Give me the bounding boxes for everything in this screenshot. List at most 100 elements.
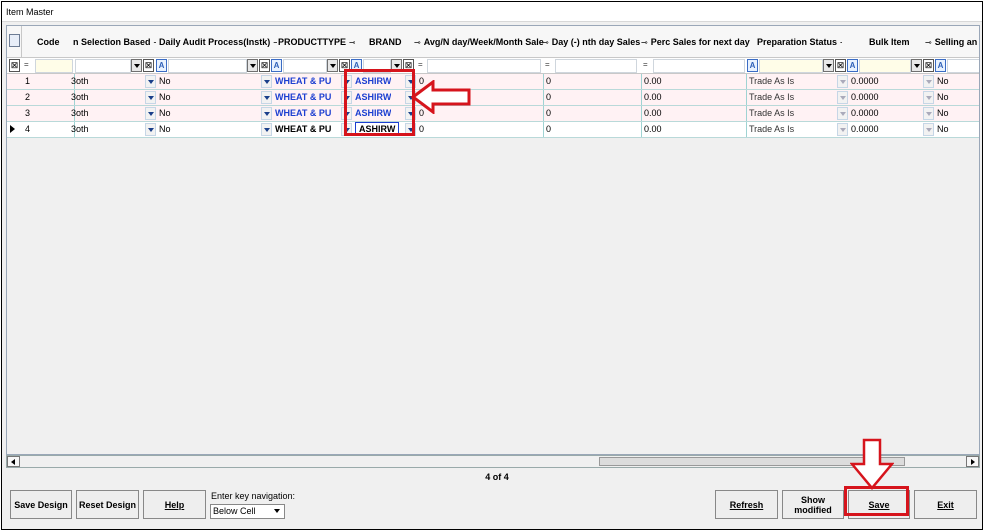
text-filter-icon[interactable]: A: [935, 59, 946, 72]
cell-producttype[interactable]: WHEAT & PU: [275, 90, 331, 105]
clear-filter-icon[interactable]: ⊠: [923, 59, 934, 72]
dropdown-arrow-icon[interactable]: [261, 91, 272, 104]
dropdown-arrow-icon[interactable]: [837, 91, 848, 104]
dropdown-arrow-icon[interactable]: [837, 123, 848, 136]
clear-filter-icon[interactable]: ⊠: [143, 59, 154, 72]
col-producttype[interactable]: PRODUCTTYPE⊸: [278, 26, 355, 58]
horizontal-scrollbar[interactable]: [6, 455, 980, 468]
column-chooser-corner[interactable]: [7, 26, 22, 58]
col-selection-based[interactable]: n Selection Based⊸: [73, 26, 156, 58]
dropdown-arrow-icon[interactable]: [923, 123, 934, 136]
filter-audit[interactable]: [168, 59, 247, 73]
cell-code[interactable]: 4: [25, 122, 30, 137]
filter-avg[interactable]: [427, 59, 541, 73]
filter-day[interactable]: [555, 59, 637, 73]
filter-bulk[interactable]: [859, 59, 911, 73]
cell-perc[interactable]: 0.00: [644, 106, 662, 121]
dropdown-arrow-icon[interactable]: [837, 107, 848, 120]
cell-audit[interactable]: No: [159, 106, 171, 121]
dropdown-arrow-icon[interactable]: [823, 59, 834, 72]
cell-selling[interactable]: No: [937, 90, 949, 105]
cell-prep[interactable]: Trade As Is: [749, 74, 794, 89]
cell-selection[interactable]: 3oth: [71, 106, 89, 121]
cell-day[interactable]: 0: [546, 122, 551, 137]
scroll-right-icon[interactable]: [966, 456, 979, 467]
filter-selection[interactable]: [75, 59, 131, 73]
table-row[interactable]: 3 3oth No WHEAT & PU ASHIRW 0 0 0.00 Tra…: [7, 106, 979, 122]
dropdown-arrow-icon[interactable]: [923, 107, 934, 120]
cell-code[interactable]: 2: [25, 90, 30, 105]
text-filter-icon[interactable]: A: [156, 59, 167, 72]
table-row[interactable]: 2 3oth No WHEAT & PU ASHIRW 0 0 0.00 Tra…: [7, 90, 979, 106]
cell-avg[interactable]: 0: [419, 122, 424, 137]
cell-perc[interactable]: 0.00: [644, 122, 662, 137]
text-filter-icon[interactable]: A: [747, 59, 758, 72]
clear-filter-icon[interactable]: ⊠: [259, 59, 270, 72]
dropdown-arrow-icon[interactable]: [923, 91, 934, 104]
table-row-current[interactable]: 4 3oth No WHEAT & PU ASHIRW 0 0 0.00 Tra…: [7, 122, 979, 138]
text-filter-icon[interactable]: A: [271, 59, 282, 72]
filter-prep[interactable]: [759, 59, 823, 73]
pin-icon[interactable]: ⊸: [542, 38, 549, 47]
pin-icon[interactable]: ⊸: [641, 38, 648, 47]
pin-icon[interactable]: ⊸: [925, 38, 932, 47]
dropdown-arrow-icon[interactable]: [911, 59, 922, 72]
scroll-left-icon[interactable]: [7, 456, 20, 467]
dropdown-arrow-icon[interactable]: [131, 59, 142, 72]
cell-bulk[interactable]: 0.0000: [851, 122, 879, 137]
col-bulk-item[interactable]: Bulk Item: [869, 26, 919, 58]
col-preparation-status[interactable]: Preparation Status⊸: [757, 26, 842, 58]
pin-icon[interactable]: ⊸: [154, 38, 156, 47]
cell-producttype[interactable]: WHEAT & PU: [275, 74, 331, 89]
filter-selling[interactable]: [947, 59, 979, 73]
col-daily-audit[interactable]: Daily Audit Process(Instk)⊸: [159, 26, 277, 58]
cell-code[interactable]: 1: [25, 74, 30, 89]
cell-day[interactable]: 0: [546, 74, 551, 89]
dropdown-arrow-icon[interactable]: [261, 123, 272, 136]
cell-code[interactable]: 3: [25, 106, 30, 121]
dropdown-arrow-icon[interactable]: [145, 107, 156, 120]
dropdown-arrow-icon[interactable]: [145, 123, 156, 136]
cell-prep[interactable]: Trade As Is: [749, 90, 794, 105]
dropdown-arrow-icon[interactable]: [327, 59, 338, 72]
cell-day[interactable]: 0: [546, 106, 551, 121]
cell-bulk[interactable]: 0.0000: [851, 90, 879, 105]
dropdown-arrow-icon[interactable]: [923, 75, 934, 88]
reset-design-button[interactable]: Reset Design: [76, 490, 139, 519]
filter-operator[interactable]: =: [643, 60, 648, 69]
item-grid[interactable]: Code n Selection Based⊸ Daily Audit Proc…: [6, 25, 980, 455]
filter-code[interactable]: [35, 59, 73, 73]
col-avg-sale[interactable]: ⊸ Avg/N day/Week/Month Sale: [414, 26, 544, 58]
table-row[interactable]: 1 3oth No WHEAT & PU ASHIRW 0 0 0.00 Tra…: [7, 74, 979, 90]
filter-operator[interactable]: =: [418, 60, 423, 69]
pin-icon[interactable]: ⊸: [273, 38, 277, 47]
cell-audit[interactable]: No: [159, 74, 171, 89]
filter-producttype[interactable]: [283, 59, 327, 73]
col-brand[interactable]: BRAND: [369, 26, 419, 58]
dropdown-arrow-icon[interactable]: [272, 506, 283, 517]
cell-selection[interactable]: 3oth: [71, 122, 89, 137]
cell-prep[interactable]: Trade As Is: [749, 106, 794, 121]
dropdown-arrow-icon[interactable]: [247, 59, 258, 72]
show-modified-button[interactable]: Show modified: [782, 490, 844, 519]
cell-selling[interactable]: No: [937, 106, 949, 121]
dropdown-arrow-icon[interactable]: [145, 75, 156, 88]
save-design-button[interactable]: Save Design: [10, 490, 72, 519]
cell-perc[interactable]: 0.00: [644, 90, 662, 105]
cell-selection[interactable]: 3oth: [71, 90, 89, 105]
col-perc-sales[interactable]: ⊸ Perc Sales for next day: [641, 26, 751, 58]
exit-button[interactable]: Exit: [914, 490, 977, 519]
cell-perc[interactable]: 0.00: [644, 74, 662, 89]
cell-day[interactable]: 0: [546, 90, 551, 105]
clear-filter-icon[interactable]: ⊠: [835, 59, 846, 72]
col-code[interactable]: Code: [37, 26, 60, 58]
col-selling[interactable]: ⊸ Selling an: [925, 26, 979, 58]
cell-producttype[interactable]: WHEAT & PU: [275, 106, 331, 121]
cell-selling[interactable]: No: [937, 122, 949, 137]
cell-bulk[interactable]: 0.0000: [851, 74, 879, 89]
cell-bulk[interactable]: 0.0000: [851, 106, 879, 121]
refresh-button[interactable]: Refresh: [715, 490, 778, 519]
filter-operator[interactable]: =: [545, 60, 550, 69]
cell-producttype[interactable]: WHEAT & PU: [275, 122, 331, 137]
column-chooser-icon[interactable]: [9, 34, 20, 47]
